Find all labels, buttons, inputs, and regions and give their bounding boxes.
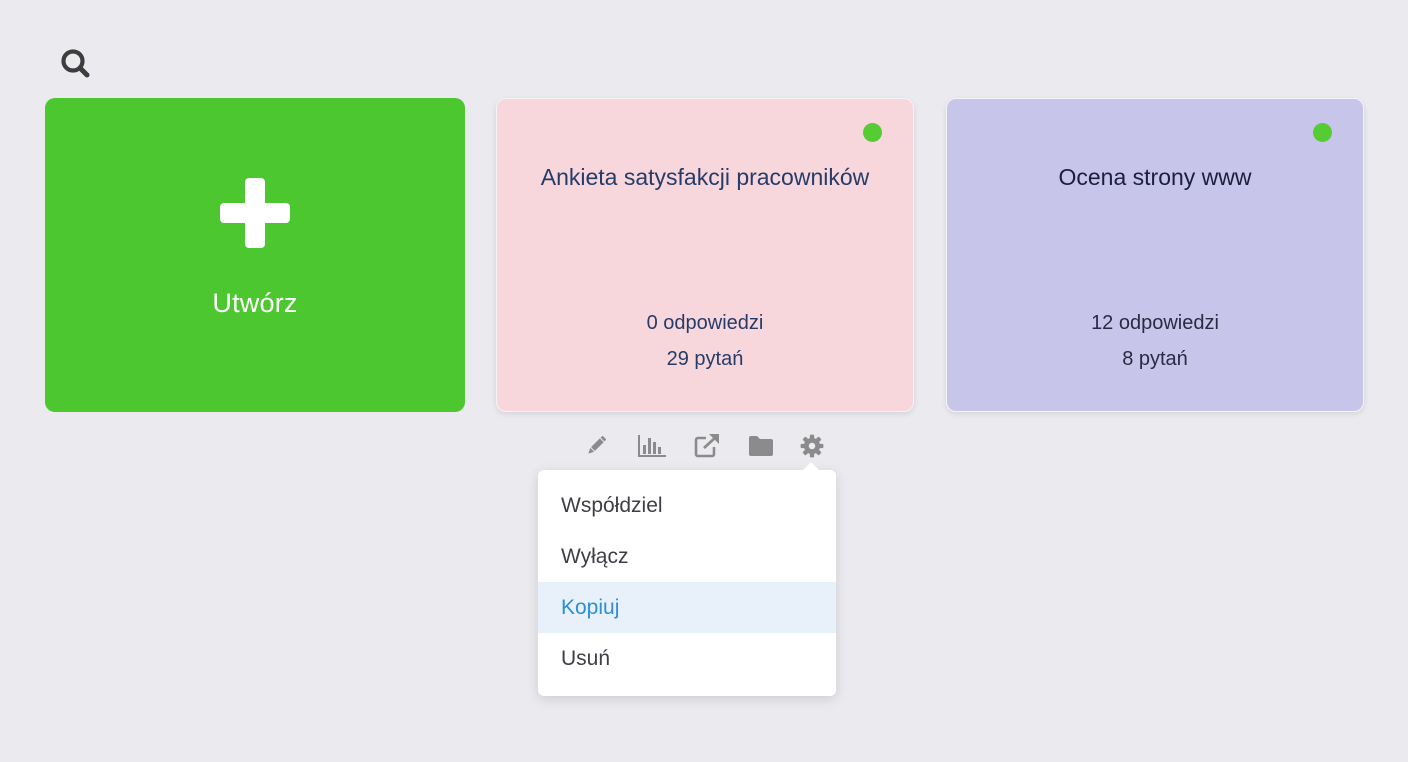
survey-card[interactable]: Ankieta satysfakcji pracowników 0 odpowi… bbox=[496, 98, 914, 412]
settings-button[interactable] bbox=[796, 430, 828, 462]
survey-stats: 12 odpowiedzi 8 pytań bbox=[947, 305, 1363, 377]
questions-count: 29 pytań bbox=[666, 348, 744, 370]
responses-count: 12 odpowiedzi bbox=[1091, 312, 1219, 334]
folder-icon bbox=[749, 436, 773, 456]
pencil-icon bbox=[588, 436, 606, 454]
status-indicator bbox=[1313, 123, 1332, 142]
survey-title: Ocena strony www bbox=[1058, 164, 1252, 190]
menu-list: Współdziel Wyłącz Kopiuj Usuń bbox=[538, 480, 836, 684]
search-button[interactable] bbox=[56, 44, 94, 82]
gear-icon bbox=[800, 434, 824, 458]
menu-item-disable[interactable]: Wyłącz bbox=[538, 531, 836, 582]
status-indicator bbox=[863, 123, 882, 142]
survey-card[interactable]: Ocena strony www 12 odpowiedzi 8 pytań bbox=[946, 98, 1364, 412]
questions-count: 8 pytań bbox=[1122, 348, 1188, 370]
menu-item-copy[interactable]: Kopiuj bbox=[538, 582, 836, 633]
open-survey-button[interactable] bbox=[691, 430, 723, 462]
external-link-icon bbox=[694, 434, 719, 458]
responses-count: 0 odpowiedzi bbox=[646, 312, 764, 334]
plus-icon bbox=[220, 178, 290, 248]
menu-item-share[interactable]: Współdziel bbox=[538, 480, 836, 531]
survey-title: Ankieta satysfakcji pracowników bbox=[540, 164, 870, 190]
settings-dropdown-menu: Współdziel Wyłącz Kopiuj Usuń bbox=[538, 462, 836, 696]
survey-stats: 0 odpowiedzi 29 pytań bbox=[497, 305, 913, 377]
create-label: Utwórz bbox=[212, 288, 298, 318]
edit-button[interactable] bbox=[580, 430, 612, 462]
search-icon bbox=[61, 49, 90, 78]
results-button[interactable] bbox=[636, 430, 668, 462]
move-to-folder-button[interactable] bbox=[745, 430, 777, 462]
menu-item-delete[interactable]: Usuń bbox=[538, 633, 836, 684]
bar-chart-icon bbox=[638, 435, 666, 457]
dropdown-caret bbox=[803, 462, 819, 470]
create-survey-card[interactable]: Utwórz bbox=[45, 98, 465, 412]
